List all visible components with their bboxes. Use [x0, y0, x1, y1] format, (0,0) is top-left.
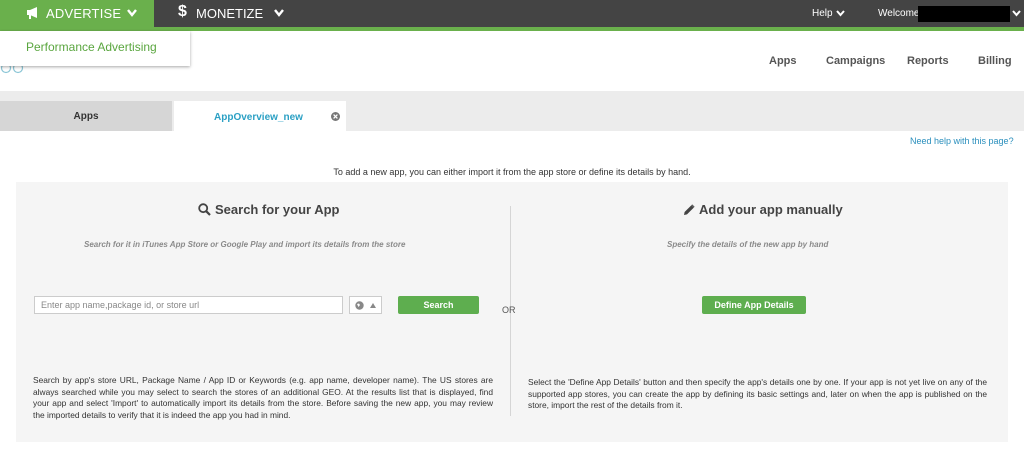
help-link[interactable]: Need help with this page?: [910, 136, 1014, 146]
pencil-icon: [684, 204, 695, 215]
search-section-title: Search for your App: [198, 202, 339, 217]
geo-select[interactable]: [349, 296, 382, 314]
welcome-label: Welcome: [878, 8, 920, 19]
nav-billing[interactable]: Billing: [978, 55, 1012, 67]
manual-section-title-text: Add your app manually: [699, 202, 843, 217]
manual-section-title: Add your app manually: [683, 202, 843, 217]
app-search-input[interactable]: [34, 296, 343, 314]
tab-app-overview[interactable]: AppOverview_new: [174, 101, 346, 131]
define-app-details-button[interactable]: Define App Details: [702, 296, 806, 314]
caret-up-icon: [370, 303, 376, 308]
menu-item-performance-advertising[interactable]: Performance Advertising: [26, 40, 157, 54]
advertise-menu[interactable]: ADVERTISE: [0, 0, 154, 31]
megaphone-icon: [27, 7, 37, 19]
advertise-label: ADVERTISE: [46, 6, 122, 21]
close-icon[interactable]: [331, 112, 340, 121]
nav-reports[interactable]: Reports: [907, 55, 949, 67]
nav-apps[interactable]: Apps: [769, 55, 797, 67]
tab-apps[interactable]: Apps: [0, 101, 172, 131]
chevron-down-icon: [274, 9, 284, 17]
redacted-username[interactable]: [918, 6, 1010, 22]
manual-description: Select the 'Define App Details' button a…: [528, 377, 987, 410]
search-description: Search by app's store URL, Package Name …: [33, 375, 493, 420]
or-separator: OR: [502, 305, 516, 315]
tab-label: Apps: [73, 111, 99, 122]
chevron-down-icon[interactable]: [836, 10, 845, 17]
search-button[interactable]: Search: [398, 296, 479, 314]
advertise-dropdown: Performance Advertising: [0, 31, 190, 66]
help-menu[interactable]: Help: [812, 8, 833, 19]
globe-icon: [355, 301, 364, 310]
intro-text: To add a new app, you can either import …: [333, 167, 691, 177]
chevron-down-icon: [127, 9, 137, 17]
dollar-icon: $: [178, 3, 187, 20]
search-section-title-text: Search for your App: [215, 202, 340, 217]
nav-campaigns[interactable]: Campaigns: [826, 55, 885, 67]
chevron-down-icon[interactable]: [1012, 10, 1021, 17]
tab-label: AppOverview_new: [214, 112, 303, 123]
search-section-subtitle: Search for it in iTunes App Store or Goo…: [84, 240, 406, 249]
search-icon: [198, 203, 211, 216]
monetize-label: MONETIZE: [196, 6, 264, 21]
manual-section-subtitle: Specify the details of the new app by ha…: [667, 240, 829, 249]
